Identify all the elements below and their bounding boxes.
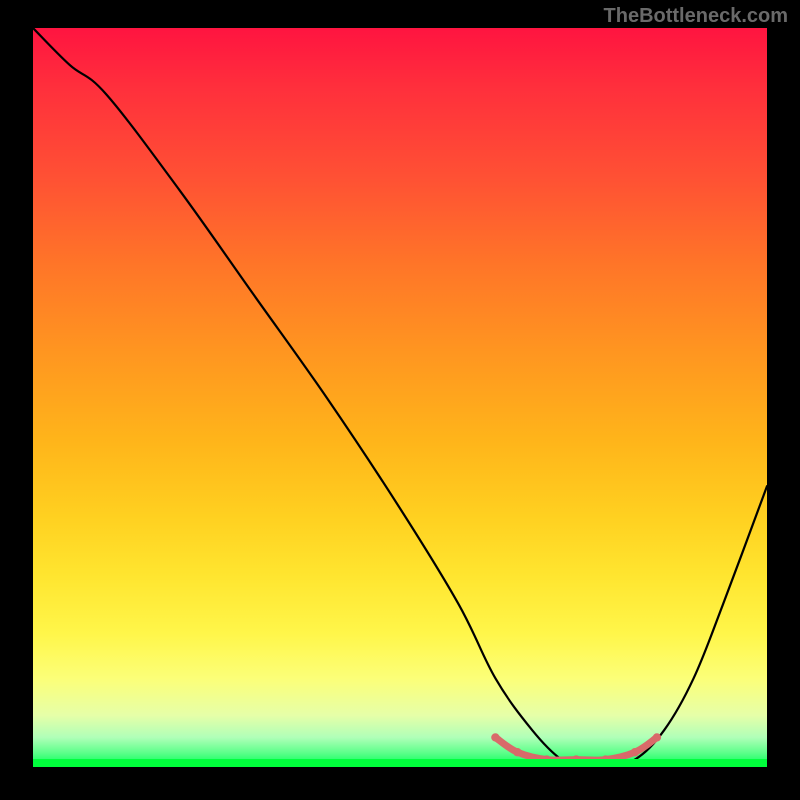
bottleneck-curve-path xyxy=(33,28,767,767)
watermark-text: TheBottleneck.com xyxy=(604,5,788,28)
optimal-dot xyxy=(491,733,499,741)
green-baseline xyxy=(33,759,767,767)
curve-layer xyxy=(33,28,767,767)
optimal-dot xyxy=(653,733,661,741)
optimal-dot xyxy=(513,748,521,756)
chart-plot-area xyxy=(33,28,767,767)
optimal-dot xyxy=(631,748,639,756)
